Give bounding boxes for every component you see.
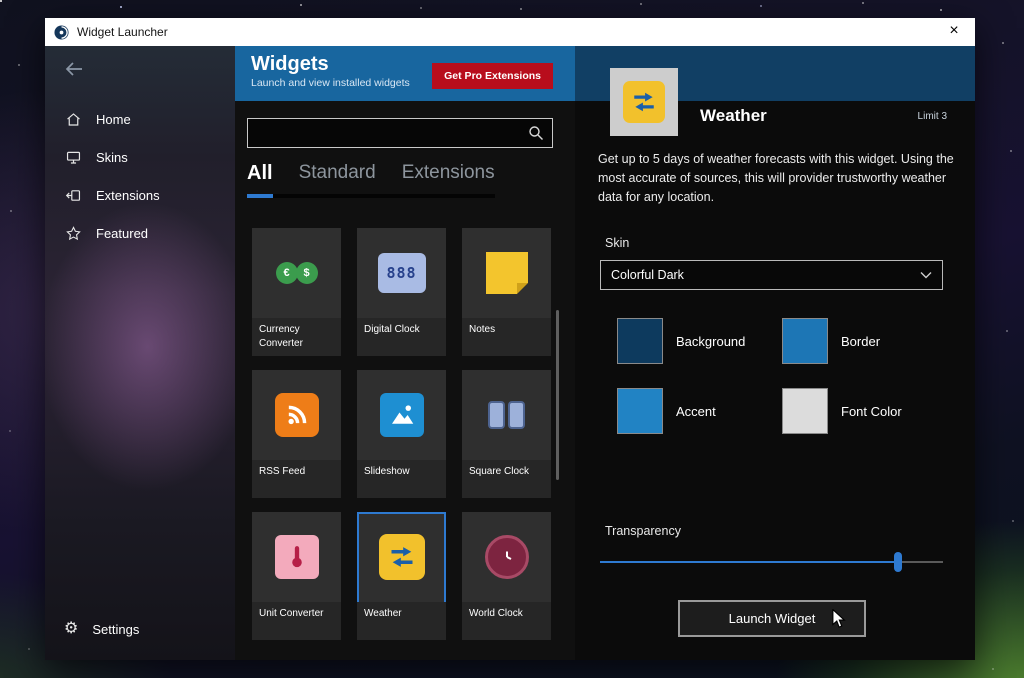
slider-fill [600, 561, 898, 563]
font-color-item: Font Color [782, 388, 902, 434]
currency-converter-icon: € $ [252, 228, 341, 318]
star-icon [64, 225, 82, 242]
sidebar-item-label: Featured [96, 226, 148, 241]
detail-title: Weather [700, 106, 767, 126]
weather-icon [357, 512, 446, 602]
widgets-header: Widgets Launch and view installed widget… [235, 46, 575, 101]
widget-grid: € $ Currency Converter 888 Digital Clock [252, 228, 551, 640]
skin-label: Skin [605, 236, 629, 250]
swatch-label: Border [841, 334, 880, 349]
square-clock-icon [462, 370, 551, 460]
swatch-label: Accent [676, 404, 716, 419]
sidebar: Home Skins Extensions [45, 46, 235, 660]
background-color-item: Background [617, 318, 745, 364]
swatch-label: Background [676, 334, 745, 349]
skins-icon [64, 149, 82, 166]
tab-standard[interactable]: Standard [299, 162, 376, 194]
widget-tile-label: Unit Converter [252, 602, 341, 640]
gear-icon: ⚙ [64, 621, 78, 637]
back-button[interactable] [61, 56, 87, 82]
widget-tile-label: World Clock [462, 602, 551, 640]
sidebar-item-label: Settings [92, 622, 139, 637]
extensions-icon [64, 187, 82, 204]
transparency-label: Transparency [605, 524, 681, 538]
accent-color-item: Accent [617, 388, 716, 434]
home-icon [64, 111, 82, 128]
skin-dropdown[interactable]: Colorful Dark [600, 260, 943, 290]
sidebar-item-skins[interactable]: Skins [45, 140, 235, 174]
transparency-slider[interactable] [600, 552, 943, 572]
sidebar-item-label: Extensions [96, 188, 160, 203]
app-body: Home Skins Extensions [45, 46, 975, 660]
get-pro-extensions-button[interactable]: Get Pro Extensions [432, 63, 553, 89]
world-clock-icon [462, 512, 551, 602]
chevron-down-icon [920, 271, 932, 279]
border-color-item: Border [782, 318, 880, 364]
weather-icon-large [623, 81, 665, 123]
tab-extensions[interactable]: Extensions [402, 162, 495, 194]
widget-tile-digital-clock[interactable]: 888 Digital Clock [357, 228, 446, 356]
notes-icon [462, 228, 551, 318]
widget-tile-label: Digital Clock [357, 318, 446, 356]
grid-scrollbar[interactable] [556, 310, 559, 480]
widget-tile-currency-converter[interactable]: € $ Currency Converter [252, 228, 341, 356]
back-arrow-icon [63, 59, 85, 79]
rss-feed-icon [252, 370, 341, 460]
widget-tile-label: Notes [462, 318, 551, 356]
tab-bar: All Standard Extensions [247, 162, 495, 198]
app-logo-icon [54, 25, 69, 40]
sidebar-item-home[interactable]: Home [45, 102, 235, 136]
widget-tile-world-clock[interactable]: World Clock [462, 512, 551, 640]
widget-description: Get up to 5 days of weather forecasts wi… [598, 150, 954, 206]
border-color-swatch[interactable] [782, 318, 828, 364]
accent-color-swatch[interactable] [617, 388, 663, 434]
search-icon [528, 125, 544, 141]
widget-tile-label: Weather [357, 602, 446, 640]
widget-tile-slideshow[interactable]: Slideshow [357, 370, 446, 498]
widget-launcher-window: Widget Launcher × Home [45, 18, 975, 660]
widgets-panel: Widgets Launch and view installed widget… [235, 46, 575, 660]
sidebar-item-extensions[interactable]: Extensions [45, 178, 235, 212]
slideshow-icon [357, 370, 446, 460]
unit-converter-icon [252, 512, 341, 602]
desktop-wallpaper: Widget Launcher × Home [0, 0, 1024, 678]
search-input[interactable] [247, 118, 553, 148]
window-title: Widget Launcher [77, 25, 168, 39]
close-button[interactable]: × [933, 18, 975, 46]
search-box [247, 118, 553, 148]
background-color-swatch[interactable] [617, 318, 663, 364]
skin-dropdown-value: Colorful Dark [611, 268, 684, 282]
font-color-swatch[interactable] [782, 388, 828, 434]
titlebar[interactable]: Widget Launcher × [45, 18, 975, 46]
widget-tile-rss-feed[interactable]: RSS Feed [252, 370, 341, 498]
widget-tile-unit-converter[interactable]: Unit Converter [252, 512, 341, 640]
widget-detail-panel: Weather Limit 3 Get up to 5 days of weat… [575, 46, 975, 660]
sidebar-item-label: Home [96, 112, 131, 127]
widget-tile-square-clock[interactable]: Square Clock [462, 370, 551, 498]
limit-badge: Limit 3 [918, 111, 947, 122]
widget-tile-label: Currency Converter [252, 318, 341, 356]
euro-coin-glyph: € [276, 262, 298, 284]
digital-clock-icon: 888 [357, 228, 446, 318]
widget-tile-label: Slideshow [357, 460, 446, 498]
launch-widget-button[interactable]: Launch Widget [678, 600, 866, 637]
sidebar-item-label: Skins [96, 150, 128, 165]
sidebar-item-settings[interactable]: ⚙ Settings [45, 612, 235, 646]
sidebar-item-featured[interactable]: Featured [45, 216, 235, 250]
tab-all[interactable]: All [247, 162, 273, 194]
selected-widget-preview [610, 68, 678, 136]
widget-tile-weather[interactable]: Weather [357, 512, 446, 640]
widget-tile-notes[interactable]: Notes [462, 228, 551, 356]
widget-tile-label: Square Clock [462, 460, 551, 498]
dollar-coin-glyph: $ [296, 262, 318, 284]
slider-thumb[interactable] [894, 552, 902, 572]
widget-tile-label: RSS Feed [252, 460, 341, 498]
swatch-label: Font Color [841, 404, 902, 419]
